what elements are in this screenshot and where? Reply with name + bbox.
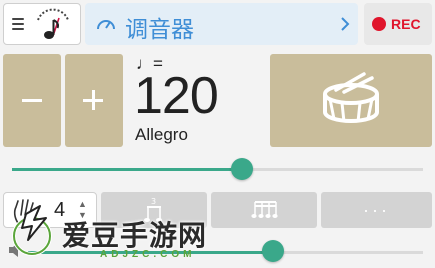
record-button[interactable]: REC [364, 3, 432, 45]
tuner-title-bar[interactable]: 调音器 [85, 3, 358, 45]
menu-icon [12, 18, 24, 33]
drum-icon [323, 72, 379, 123]
more-button[interactable]: ··· [321, 192, 432, 228]
page-title: 调音器 [125, 17, 194, 43]
sixteenth-subdivision-button[interactable] [211, 192, 317, 228]
gauge-icon [97, 20, 115, 30]
record-label: REC [391, 16, 421, 32]
record-icon [372, 17, 386, 31]
tempo-slider-fill [12, 168, 242, 171]
tempo-increase-button[interactable] [65, 54, 123, 147]
play-drum-button[interactable] [270, 54, 432, 147]
sixteenth-notes-icon [251, 201, 278, 218]
more-icon: ··· [363, 200, 390, 220]
minus-icon [22, 99, 42, 102]
bpm-value[interactable]: 120 [134, 70, 219, 122]
chevron-right-icon [341, 17, 350, 31]
watermark-url: ADJZC.COM [100, 249, 196, 260]
menu-button[interactable] [3, 3, 81, 45]
metronome-note-icon [37, 8, 69, 39]
volume-slider-handle[interactable] [262, 240, 284, 262]
beats-up-arrow[interactable]: ▲ [78, 199, 87, 210]
watermark-logo [12, 205, 52, 256]
watermark-text: 爱豆手游网 [62, 219, 208, 252]
svg-text:3: 3 [151, 197, 156, 206]
tempo-marking: Allegro [135, 125, 188, 144]
tempo-slider-handle[interactable] [231, 158, 253, 180]
tempo-decrease-button[interactable] [3, 54, 61, 147]
